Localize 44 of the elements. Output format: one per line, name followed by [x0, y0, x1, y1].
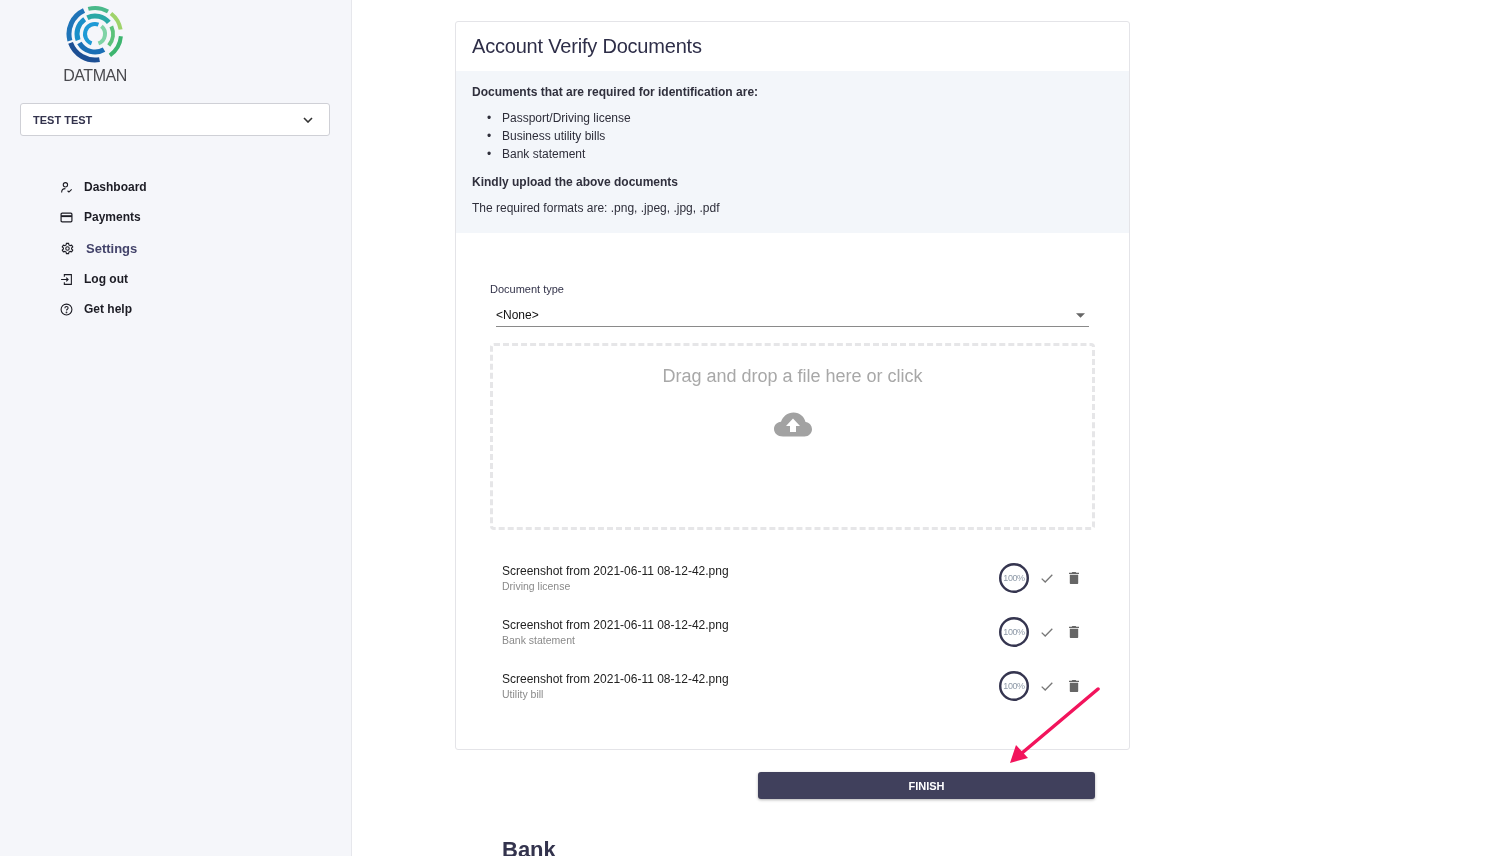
- file-type: Utility bill: [502, 687, 545, 701]
- help-icon: [60, 302, 73, 316]
- sidebar-item[interactable]: Payments: [0, 202, 351, 232]
- trash-icon[interactable]: [1069, 680, 1079, 692]
- file-name: Screenshot from 2021-06-11 08-12-42.png: [502, 617, 730, 633]
- cloud-upload-icon: [773, 412, 812, 437]
- settings-icon: [61, 241, 74, 255]
- list-bullet: •: [487, 128, 493, 144]
- sidebar-item[interactable]: Settings: [0, 232, 351, 264]
- info-formats: The required formats are: .png, .jpeg, .jpg, .pdf: [472, 200, 721, 216]
- credit-card-icon: [60, 210, 73, 224]
- document-type-select[interactable]: <None>: [496, 304, 1089, 327]
- file-name: Screenshot from 2021-06-11 08-12-42.png: [502, 563, 730, 579]
- sidebar-item[interactable]: Get help: [0, 294, 351, 324]
- file-type: Bank statement: [502, 633, 576, 647]
- logo-icon: [65, 4, 125, 64]
- progress-ring: [999, 563, 1029, 593]
- progress-text: 100%: [1002, 680, 1026, 692]
- account-dropdown[interactable]: TEST TEST: [20, 103, 330, 136]
- caret-down-icon: [1076, 312, 1085, 318]
- info-heading: Documents that are required for identification are:: [472, 84, 760, 100]
- required-document-item: Business utility bills: [502, 128, 606, 144]
- user-check-icon: [60, 180, 73, 194]
- sidebar-item[interactable]: Log out: [0, 264, 351, 294]
- sidebar-item[interactable]: Dashboard: [0, 172, 351, 202]
- file-type: Driving license: [502, 579, 572, 593]
- progress-text: 100%: [1002, 572, 1026, 584]
- list-bullet: •: [487, 110, 493, 126]
- progress-text: 100%: [1002, 626, 1026, 638]
- info-instruction: Kindly upload the above documents: [472, 174, 680, 190]
- finish-button[interactable]: FINISH: [758, 772, 1095, 799]
- progress-ring: [999, 671, 1029, 701]
- trash-icon[interactable]: [1069, 626, 1079, 638]
- trash-icon[interactable]: [1069, 572, 1079, 584]
- progress-ring: [999, 617, 1029, 647]
- file-name: Screenshot from 2021-06-11 08-12-42.png: [502, 671, 730, 687]
- list-bullet: •: [487, 146, 493, 162]
- required-document-item: Passport/Driving license: [502, 110, 631, 126]
- card-title: Account Verify Documents: [472, 35, 702, 58]
- logo-text: DATMAN: [63, 67, 127, 84]
- arrow-into-box-icon: [60, 272, 73, 286]
- required-document-item: Bank statement: [502, 146, 586, 162]
- chevron-down-icon: [303, 116, 313, 123]
- field-label: Document type: [490, 282, 565, 296]
